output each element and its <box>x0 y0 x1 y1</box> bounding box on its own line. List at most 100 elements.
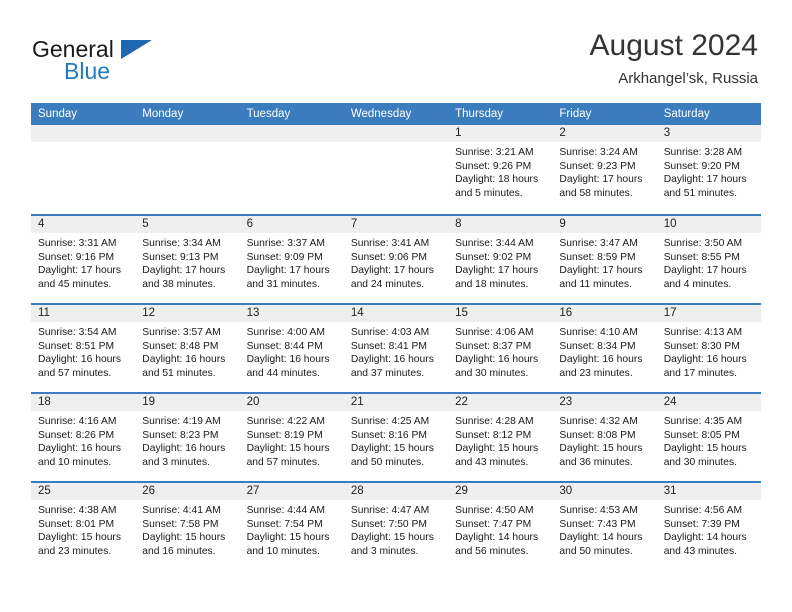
day-detail-line: and 57 minutes. <box>38 367 112 379</box>
day-detail-line: Daylight: 15 hours <box>246 532 330 544</box>
calendar-day-cell-empty <box>343 125 449 214</box>
day-number: 2 <box>552 125 657 142</box>
day-details: Sunrise: 4:10 AM Sunset: 8:34 PM Daylight:… <box>552 322 656 380</box>
calendar-day-cell[interactable]: 1 Sunrise: 3:21 AM Sunset: 9:26 PM Daylight… <box>448 125 553 214</box>
day-number: 12 <box>135 305 240 322</box>
day-number <box>31 125 136 142</box>
calendar-day-cell[interactable]: 21 Sunrise: 4:25 AM Sunset: 8:16 PM Dayligh… <box>343 394 449 481</box>
calendar-day-cell[interactable]: 6 Sunrise: 3:37 AM Sunset: 9:09 PM Daylight… <box>239 216 344 303</box>
day-detail-line: Sunset: 8:23 PM <box>142 429 219 441</box>
brand-name-blue: Blue <box>64 58 111 84</box>
day-number: 19 <box>135 394 240 411</box>
calendar-day-cell[interactable]: 2 Sunrise: 3:24 AM Sunset: 9:23 PM Daylight… <box>552 125 657 214</box>
day-details: Sunrise: 4:13 AM Sunset: 8:30 PM Daylight:… <box>657 322 761 380</box>
day-number: 21 <box>343 394 449 411</box>
day-number: 22 <box>448 394 553 411</box>
day-details: Sunrise: 3:41 AM Sunset: 9:06 PM Daylight:… <box>344 233 448 291</box>
calendar-day-cell[interactable]: 19 Sunrise: 4:19 AM Sunset: 8:23 PM Dayligh… <box>135 394 240 481</box>
day-number: 14 <box>343 305 449 322</box>
calendar-week-row: 11 Sunrise: 3:54 AM Sunset: 8:51 PM Dayligh… <box>31 303 761 392</box>
day-details: Sunrise: 3:28 AM Sunset: 9:20 PM Daylight:… <box>657 142 761 200</box>
day-detail-line: and 43 minutes. <box>455 456 529 468</box>
day-details: Sunrise: 4:06 AM Sunset: 8:37 PM Daylight:… <box>448 322 552 380</box>
calendar-day-cell[interactable]: 11 Sunrise: 3:54 AM Sunset: 8:51 PM Dayligh… <box>31 305 136 392</box>
brand-logo[interactable]: General Blue <box>32 36 232 88</box>
day-detail-line: Sunrise: 4:41 AM <box>142 505 221 516</box>
calendar-day-cell[interactable]: 14 Sunrise: 4:03 AM Sunset: 8:41 PM Dayligh… <box>343 305 449 392</box>
calendar-day-cell[interactable]: 9 Sunrise: 3:47 AM Sunset: 8:59 PM Daylight… <box>552 216 657 303</box>
day-detail-line: Daylight: 15 hours <box>38 532 121 544</box>
day-detail-line: and 57 minutes. <box>246 456 320 468</box>
calendar-day-cell[interactable]: 15 Sunrise: 4:06 AM Sunset: 8:37 PM Dayligh… <box>448 305 553 392</box>
calendar-day-cell[interactable]: 7 Sunrise: 3:41 AM Sunset: 9:06 PM Daylight… <box>343 216 449 303</box>
calendar-day-cell[interactable]: 3 Sunrise: 3:28 AM Sunset: 9:20 PM Daylight… <box>656 125 761 214</box>
day-detail-line: Daylight: 17 hours <box>142 265 226 277</box>
day-detail-line: and 56 minutes. <box>455 545 529 557</box>
day-number: 23 <box>552 394 657 411</box>
day-detail-line: Daylight: 15 hours <box>455 443 539 455</box>
day-detail-line: Sunrise: 4:19 AM <box>142 416 221 427</box>
day-detail-line: Daylight: 15 hours <box>663 443 747 455</box>
day-details: Sunrise: 4:38 AM Sunset: 8:01 PM Daylight:… <box>31 500 135 558</box>
day-number: 30 <box>552 483 657 500</box>
calendar-grid: Sunday Monday Tuesday Wednesday Thursday… <box>31 103 761 570</box>
day-number: 15 <box>448 305 553 322</box>
day-number <box>239 125 344 142</box>
day-number: 18 <box>31 394 136 411</box>
calendar-day-cell[interactable]: 16 Sunrise: 4:10 AM Sunset: 8:34 PM Dayligh… <box>552 305 657 392</box>
day-number: 26 <box>135 483 240 500</box>
weekday-header-monday: Monday <box>142 108 184 120</box>
day-detail-line: Sunset: 8:51 PM <box>38 340 115 352</box>
calendar-day-cell-empty <box>239 125 344 214</box>
day-detail-line: Sunset: 8:08 PM <box>559 429 636 441</box>
day-detail-line: Sunrise: 3:47 AM <box>559 238 638 249</box>
calendar-day-cell[interactable]: 23 Sunrise: 4:32 AM Sunset: 8:08 PM Dayligh… <box>552 394 657 481</box>
day-detail-line: and 30 minutes. <box>455 367 529 379</box>
calendar-day-cell[interactable]: 31 Sunrise: 4:56 AM Sunset: 7:39 PM Dayligh… <box>656 483 761 570</box>
day-detail-line: Sunset: 7:47 PM <box>455 518 532 530</box>
calendar-weeks: 1 Sunrise: 3:21 AM Sunset: 9:26 PM Daylight… <box>31 125 761 570</box>
calendar-day-cell[interactable]: 20 Sunrise: 4:22 AM Sunset: 8:19 PM Dayligh… <box>239 394 344 481</box>
calendar-day-cell[interactable]: 29 Sunrise: 4:50 AM Sunset: 7:47 PM Dayligh… <box>448 483 553 570</box>
day-detail-line: Sunset: 9:20 PM <box>663 160 740 172</box>
calendar-day-cell[interactable]: 4 Sunrise: 3:31 AM Sunset: 9:16 PM Daylight… <box>31 216 136 303</box>
day-details: Sunrise: 4:22 AM Sunset: 8:19 PM Daylight:… <box>240 411 344 469</box>
day-details: Sunrise: 4:25 AM Sunset: 8:16 PM Daylight:… <box>344 411 448 469</box>
day-detail-line: Daylight: 14 hours <box>559 532 643 544</box>
calendar-day-cell[interactable]: 30 Sunrise: 4:53 AM Sunset: 7:43 PM Dayligh… <box>552 483 657 570</box>
day-details: Sunrise: 3:34 AM Sunset: 9:13 PM Daylight:… <box>135 233 239 291</box>
day-detail-line: and 23 minutes. <box>559 367 633 379</box>
day-detail-line: Sunset: 7:54 PM <box>246 518 323 530</box>
day-detail-line: Sunset: 9:09 PM <box>246 251 323 263</box>
weekday-header-sunday: Sunday <box>38 108 78 120</box>
day-detail-line: Sunrise: 4:22 AM <box>246 416 325 427</box>
calendar-day-cell[interactable]: 17 Sunrise: 4:13 AM Sunset: 8:30 PM Dayligh… <box>656 305 761 392</box>
calendar-day-cell[interactable]: 10 Sunrise: 3:50 AM Sunset: 8:55 PM Dayligh… <box>656 216 761 303</box>
calendar-day-cell[interactable]: 24 Sunrise: 4:35 AM Sunset: 8:05 PM Dayligh… <box>656 394 761 481</box>
calendar-day-cell[interactable]: 27 Sunrise: 4:44 AM Sunset: 7:54 PM Dayligh… <box>239 483 344 570</box>
day-detail-line: and 50 minutes. <box>559 545 633 557</box>
calendar-day-cell[interactable]: 22 Sunrise: 4:28 AM Sunset: 8:12 PM Dayligh… <box>448 394 553 481</box>
day-detail-line: Sunset: 8:19 PM <box>246 429 323 441</box>
calendar-day-cell-empty <box>135 125 240 214</box>
calendar-day-cell[interactable]: 13 Sunrise: 4:00 AM Sunset: 8:44 PM Dayligh… <box>239 305 344 392</box>
day-details: Sunrise: 3:31 AM Sunset: 9:16 PM Daylight:… <box>31 233 135 291</box>
day-details: Sunrise: 4:53 AM Sunset: 7:43 PM Daylight:… <box>552 500 656 558</box>
day-detail-line: Sunset: 9:13 PM <box>142 251 219 263</box>
day-detail-line: Sunrise: 3:31 AM <box>38 238 117 249</box>
calendar-day-cell[interactable]: 26 Sunrise: 4:41 AM Sunset: 7:58 PM Dayligh… <box>135 483 240 570</box>
calendar-day-cell[interactable]: 25 Sunrise: 4:38 AM Sunset: 8:01 PM Dayligh… <box>31 483 136 570</box>
day-detail-line: and 36 minutes. <box>559 456 633 468</box>
day-detail-line: Sunrise: 3:41 AM <box>350 238 430 249</box>
calendar-day-cell[interactable]: 28 Sunrise: 4:47 AM Sunset: 7:50 PM Dayligh… <box>343 483 449 570</box>
calendar-day-cell[interactable]: 18 Sunrise: 4:16 AM Sunset: 8:26 PM Dayligh… <box>31 394 136 481</box>
day-detail-line: Sunset: 9:02 PM <box>455 251 532 263</box>
calendar-day-cell[interactable]: 12 Sunrise: 3:57 AM Sunset: 8:48 PM Dayligh… <box>135 305 240 392</box>
calendar-day-cell[interactable]: 5 Sunrise: 3:34 AM Sunset: 9:13 PM Daylight… <box>135 216 240 303</box>
day-detail-line: Sunrise: 3:44 AM <box>455 238 534 249</box>
calendar-day-cell[interactable]: 8 Sunrise: 3:44 AM Sunset: 9:02 PM Daylight… <box>448 216 553 303</box>
day-detail-line: Daylight: 16 hours <box>559 354 643 366</box>
day-detail-line: Daylight: 17 hours <box>663 174 747 186</box>
day-detail-line: Sunrise: 3:28 AM <box>663 147 743 158</box>
day-detail-line: Sunrise: 4:25 AM <box>350 416 430 427</box>
